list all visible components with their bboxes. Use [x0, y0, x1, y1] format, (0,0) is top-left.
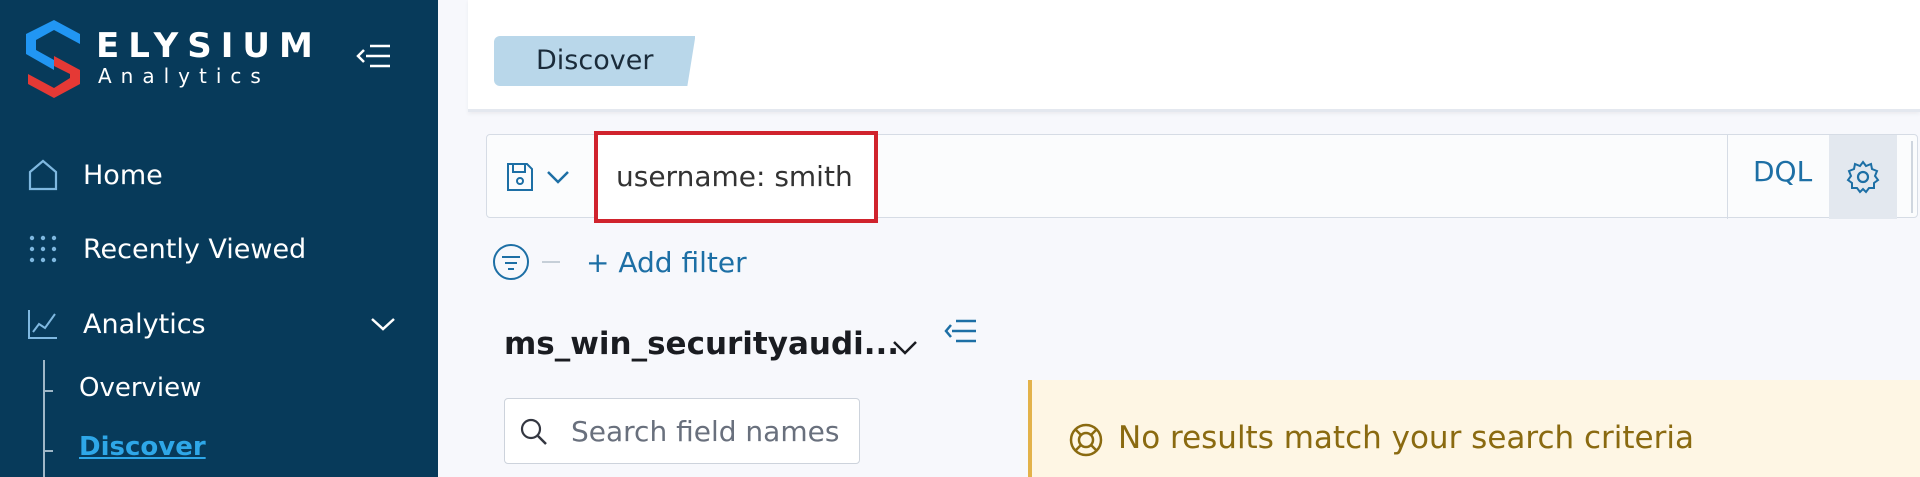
filter-row: + Add filter [492, 240, 747, 284]
elysium-logo-icon [26, 20, 80, 98]
logo[interactable]: ELYSIUM Analytics [26, 20, 313, 98]
sidebar-item-label: Recently Viewed [83, 233, 307, 265]
sidebar-item-label: Analytics [83, 308, 206, 340]
main-content: Discover username: smith DQL + Add filte… [438, 0, 1920, 477]
help-lifebuoy-icon [1069, 423, 1103, 457]
query-input[interactable]: username: smith [594, 131, 878, 223]
sidebar-subitem-overview[interactable]: Overview [79, 373, 201, 403]
brand-name: ELYSIUM [96, 26, 322, 66]
sidebar-item-label: Home [83, 159, 163, 191]
collapse-menu-icon[interactable] [356, 40, 392, 72]
filter-icon[interactable] [492, 243, 530, 281]
divider [1911, 141, 1913, 213]
home-icon [26, 158, 60, 192]
chart-line-icon [26, 307, 60, 341]
search-icon [520, 418, 547, 445]
query-language-button[interactable]: DQL [1753, 155, 1812, 188]
tree-connector [43, 360, 45, 477]
divider [542, 261, 560, 263]
query-bar: username: smith DQL [486, 131, 1918, 223]
top-bar: Discover [468, 0, 1920, 112]
breadcrumb[interactable]: Discover [494, 36, 696, 86]
divider [1727, 135, 1728, 219]
field-search [504, 398, 860, 464]
callout-message: No results match your search criteria [1118, 420, 1694, 456]
saved-queries-button[interactable] [505, 157, 587, 197]
chevron-down-icon[interactable] [890, 332, 920, 362]
sidebar-item-analytics[interactable]: Analytics [0, 294, 438, 354]
search-field-names-input[interactable] [571, 407, 851, 455]
settings-button[interactable] [1829, 135, 1897, 219]
save-icon [507, 163, 533, 191]
sidebar-item-home[interactable]: Home [0, 145, 438, 205]
brand-tagline: Analytics [98, 64, 270, 88]
grid-dots-icon [26, 232, 60, 266]
chevron-down-icon[interactable] [368, 309, 398, 339]
no-results-callout: No results match your search criteria [1028, 380, 1920, 477]
chevron-down-icon [547, 171, 569, 184]
sidebar: ELYSIUM Analytics Home Recently Viewed A… [0, 0, 438, 477]
gear-icon [1846, 160, 1880, 194]
collapse-sidebar-icon[interactable] [944, 316, 978, 346]
tree-tick [43, 450, 53, 452]
index-pattern-title[interactable]: ms_win_securityaudi... [504, 326, 899, 362]
tree-tick [43, 390, 53, 392]
sidebar-subitem-discover[interactable]: Discover [79, 432, 206, 462]
add-filter-button[interactable]: + Add filter [586, 246, 747, 279]
sidebar-item-recently-viewed[interactable]: Recently Viewed [0, 219, 438, 279]
